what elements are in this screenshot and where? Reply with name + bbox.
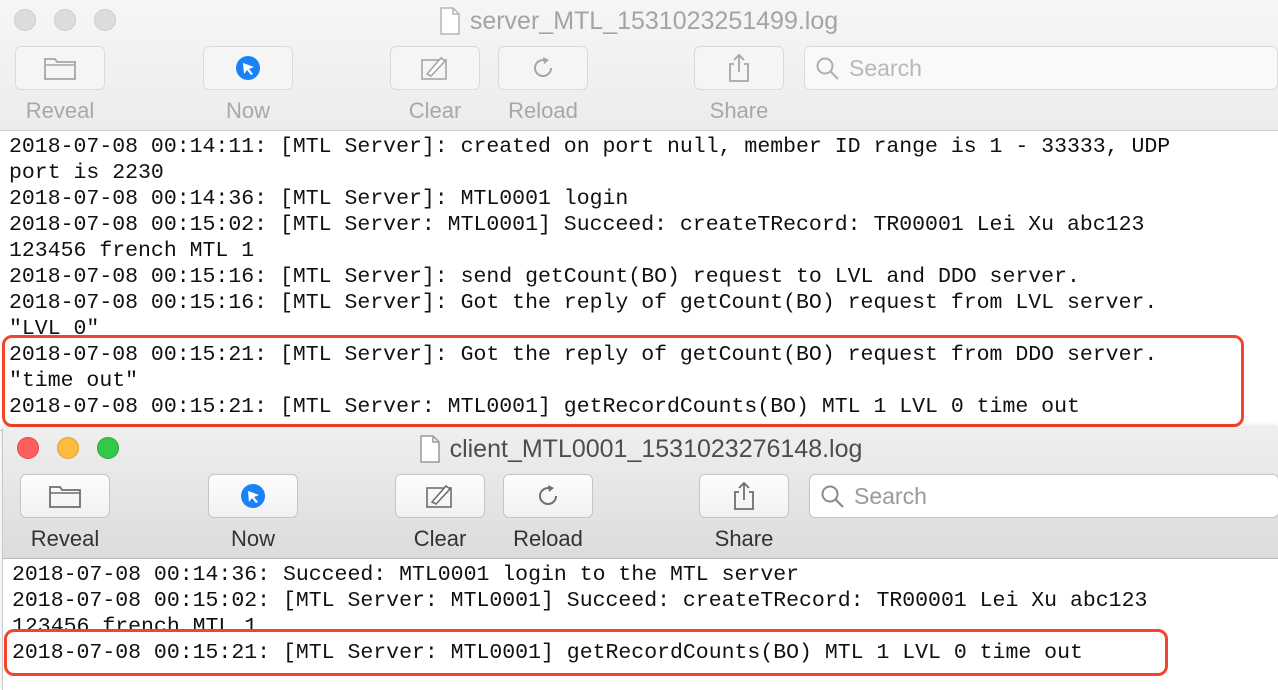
now-icon	[238, 481, 268, 511]
clear-button[interactable]	[390, 46, 480, 90]
share-label: Share	[714, 526, 774, 551]
clear-label: Clear	[408, 98, 462, 123]
reveal-label: Reveal	[25, 98, 95, 123]
server-window-toolbar: server_MTL_1531023251499.log Reveal Now …	[0, 0, 1278, 131]
server-log-content: 2018-07-08 00:14:11: [MTL Server]: creat…	[0, 131, 1278, 430]
log-line: 2018-07-08 00:14:11: [MTL Server]: creat…	[9, 135, 1171, 159]
window-title: server_MTL_1531023251499.log	[469, 7, 839, 35]
now-label: Now	[230, 526, 275, 551]
reload-button[interactable]	[498, 46, 588, 90]
share-button[interactable]	[694, 46, 784, 90]
now-button[interactable]	[203, 46, 293, 90]
window-title-bar: server_MTL_1531023251499.log	[0, 4, 1278, 38]
clear-icon	[424, 482, 456, 510]
folder-icon	[43, 55, 77, 81]
search-field[interactable]	[809, 474, 1278, 518]
log-line: 2018-07-08 00:14:36: [MTL Server]: MTL00…	[9, 187, 629, 211]
log-line: port is 2230	[9, 161, 164, 185]
server-log-window: server_MTL_1531023251499.log Reveal Now …	[0, 0, 1278, 431]
share-label: Share	[709, 98, 769, 123]
client-log-content: 2018-07-08 00:14:36: Succeed: MTL0001 lo…	[3, 559, 1278, 690]
window-title: client_MTL0001_1531023276148.log	[449, 435, 863, 463]
log-line: 2018-07-08 00:15:21: [MTL Server]: Got t…	[9, 343, 1158, 367]
clear-icon	[419, 54, 451, 82]
log-line: "LVL 0"	[9, 317, 100, 341]
reload-button[interactable]	[503, 474, 593, 518]
log-line: 2018-07-08 00:15:21: [MTL Server: MTL000…	[12, 641, 1083, 665]
share-button[interactable]	[699, 474, 789, 518]
log-line: 2018-07-08 00:15:02: [MTL Server: MTL000…	[9, 213, 1145, 237]
share-icon	[725, 52, 753, 84]
client-log-window: client_MTL0001_1531023276148.log Reveal …	[2, 428, 1278, 690]
search-input[interactable]	[854, 481, 1234, 511]
now-button[interactable]	[208, 474, 298, 518]
document-icon	[440, 7, 460, 35]
log-line: 2018-07-08 00:15:16: [MTL Server]: send …	[9, 265, 1080, 289]
search-icon	[820, 484, 846, 515]
search-field[interactable]	[804, 46, 1278, 90]
client-window-toolbar: client_MTL0001_1531023276148.log Reveal …	[3, 428, 1278, 559]
log-line: 2018-07-08 00:14:36: Succeed: MTL0001 lo…	[12, 563, 800, 587]
document-icon	[419, 435, 440, 463]
window-title-bar: client_MTL0001_1531023276148.log	[3, 432, 1278, 466]
clear-label: Clear	[413, 526, 467, 551]
share-icon	[730, 480, 758, 512]
reload-icon	[534, 482, 562, 510]
reload-icon	[529, 54, 557, 82]
log-line: "time out"	[9, 369, 139, 393]
reload-label: Reload	[508, 98, 578, 123]
now-label: Now	[225, 98, 270, 123]
log-line: 123456 french MTL 1	[12, 615, 258, 639]
folder-icon	[48, 483, 82, 509]
log-line: 123456 french MTL 1	[9, 239, 255, 263]
clear-button[interactable]	[395, 474, 485, 518]
reveal-label: Reveal	[30, 526, 100, 551]
log-line: 2018-07-08 00:15:02: [MTL Server: MTL000…	[12, 589, 1148, 613]
reveal-button[interactable]	[20, 474, 110, 518]
search-icon	[815, 56, 841, 87]
search-input[interactable]	[849, 53, 1229, 83]
log-line: 2018-07-08 00:15:16: [MTL Server]: Got t…	[9, 291, 1158, 315]
reveal-button[interactable]	[15, 46, 105, 90]
now-icon	[233, 53, 263, 83]
log-line: 2018-07-08 00:15:21: [MTL Server: MTL000…	[9, 395, 1080, 419]
reload-label: Reload	[513, 526, 583, 551]
